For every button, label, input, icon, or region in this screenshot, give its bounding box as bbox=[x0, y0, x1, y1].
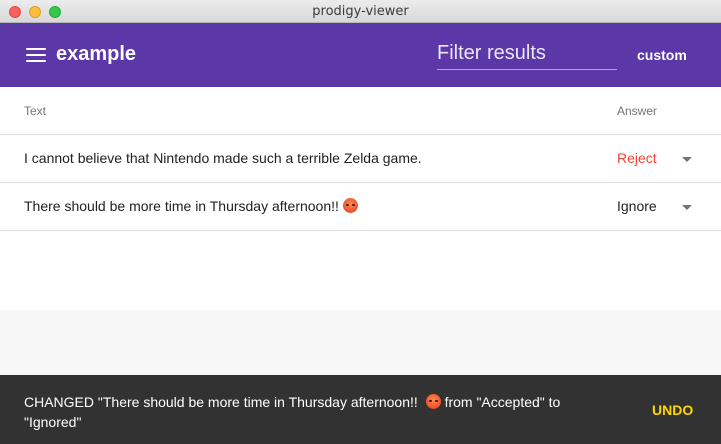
custom-button[interactable]: custom bbox=[637, 47, 687, 63]
results-table: Text Answer I cannot believe that Ninten… bbox=[0, 87, 721, 231]
column-header-answer: Answer bbox=[617, 104, 658, 118]
chevron-down-icon[interactable] bbox=[682, 157, 692, 162]
row-text: There should be more time in Thursday af… bbox=[24, 198, 358, 214]
app-header: example custom bbox=[0, 23, 721, 87]
column-header-text: Text bbox=[24, 104, 47, 118]
window-titlebar: prodigy-viewer bbox=[0, 0, 721, 23]
filter-input[interactable] bbox=[437, 37, 617, 70]
table-header: Text Answer bbox=[0, 87, 721, 135]
undo-button[interactable]: UNDO bbox=[652, 402, 693, 418]
answer-select[interactable]: Ignore bbox=[617, 198, 657, 214]
table-row: There should be more time in Thursday af… bbox=[0, 183, 721, 231]
angry-face-icon bbox=[425, 394, 441, 409]
table-row: I cannot believe that Nintendo made such… bbox=[0, 135, 721, 183]
snackbar: CHANGED "There should be more time in Th… bbox=[0, 375, 721, 444]
window-title: prodigy-viewer bbox=[312, 4, 409, 19]
chevron-down-icon[interactable] bbox=[682, 205, 692, 210]
dataset-title: example bbox=[56, 43, 137, 65]
angry-face-icon bbox=[342, 198, 358, 213]
snackbar-message: CHANGED "There should be more time in Th… bbox=[24, 394, 561, 430]
menu-icon[interactable] bbox=[26, 48, 46, 63]
answer-select[interactable]: Reject bbox=[617, 150, 657, 166]
row-text: I cannot believe that Nintendo made such… bbox=[24, 150, 422, 166]
